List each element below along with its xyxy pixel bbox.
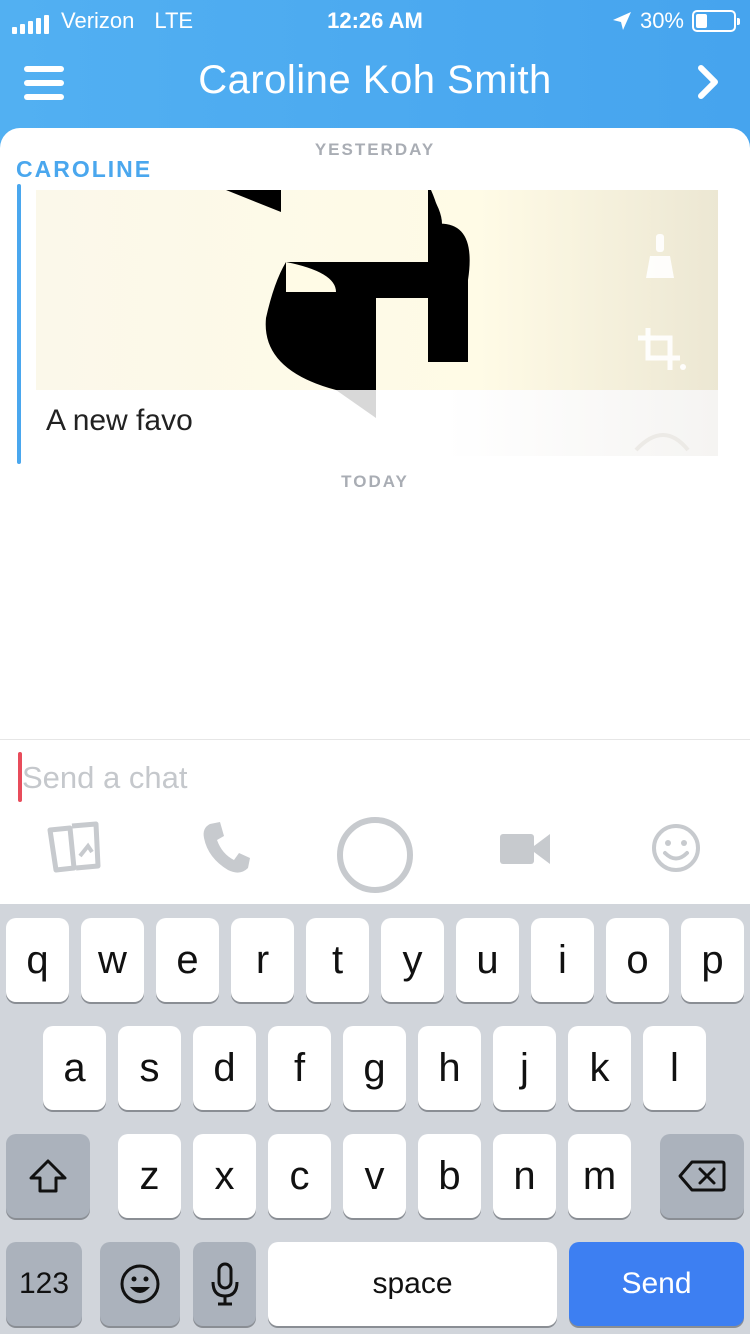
- shared-photo[interactable]: [36, 190, 718, 390]
- key-m[interactable]: m: [568, 1134, 631, 1218]
- key-o[interactable]: o: [606, 918, 669, 1002]
- dictation-key[interactable]: [193, 1242, 256, 1326]
- numbers-key[interactable]: 123: [6, 1242, 82, 1326]
- space-key[interactable]: space: [268, 1242, 557, 1326]
- message-caption: A new favo: [46, 404, 193, 437]
- key-q[interactable]: q: [6, 918, 69, 1002]
- battery-icon: [692, 10, 740, 32]
- chat-area: YESTERDAY CAROLINE A new favo TODAY: [0, 128, 750, 740]
- key-x[interactable]: x: [193, 1134, 256, 1218]
- keyboard: q w e r t y u i o p a s d f g h j k l z …: [0, 904, 750, 1334]
- battery-percent: 30%: [639, 8, 684, 33]
- key-r[interactable]: r: [231, 918, 294, 1002]
- key-t[interactable]: t: [306, 918, 369, 1002]
- paintbrush-icon: [646, 234, 674, 278]
- key-e[interactable]: e: [156, 918, 219, 1002]
- status-right: 30%: [612, 8, 740, 34]
- composer: [0, 740, 750, 812]
- send-key[interactable]: Send: [569, 1242, 744, 1326]
- key-z[interactable]: z: [118, 1134, 181, 1218]
- sender-name: CAROLINE: [16, 156, 153, 182]
- backspace-key[interactable]: [660, 1134, 744, 1218]
- key-f[interactable]: f: [268, 1026, 331, 1110]
- key-d[interactable]: d: [193, 1026, 256, 1110]
- key-u[interactable]: u: [456, 918, 519, 1002]
- emoji-keyboard-key[interactable]: [100, 1242, 180, 1326]
- chat-input[interactable]: [22, 756, 722, 800]
- location-arrow-icon: [612, 12, 631, 30]
- photo-artwork: [226, 190, 470, 390]
- key-j[interactable]: j: [493, 1026, 556, 1110]
- key-a[interactable]: a: [43, 1026, 106, 1110]
- shift-arrow-icon: [29, 1159, 67, 1193]
- key-i[interactable]: i: [531, 918, 594, 1002]
- chat-actions: [0, 812, 750, 904]
- emoji-icon[interactable]: [650, 822, 702, 874]
- microphone-icon: [211, 1262, 238, 1306]
- key-y[interactable]: y: [381, 918, 444, 1002]
- chevron-right-icon[interactable]: [696, 64, 722, 100]
- key-v[interactable]: v: [343, 1134, 406, 1218]
- backspace-icon: [678, 1160, 726, 1192]
- key-l[interactable]: l: [643, 1026, 706, 1110]
- date-label-today: TODAY: [341, 472, 409, 491]
- key-g[interactable]: g: [343, 1026, 406, 1110]
- conversation-title: Caroline Koh Smith: [198, 58, 552, 102]
- status-bar: Verizon LTE 12:26 AM 30%: [0, 0, 750, 42]
- key-c[interactable]: c: [268, 1134, 331, 1218]
- shift-key[interactable]: [6, 1134, 90, 1218]
- smiley-icon: [120, 1264, 160, 1304]
- capture-button[interactable]: [336, 816, 414, 894]
- key-p[interactable]: p: [681, 918, 744, 1002]
- memories-icon[interactable]: [44, 820, 106, 876]
- video-icon[interactable]: [498, 830, 552, 868]
- phone-icon[interactable]: [200, 820, 252, 876]
- key-s[interactable]: s: [118, 1026, 181, 1110]
- message-indicator-bar: [17, 184, 21, 464]
- key-w[interactable]: w: [81, 918, 144, 1002]
- crop-icon: [638, 328, 686, 370]
- key-b[interactable]: b: [418, 1134, 481, 1218]
- key-n[interactable]: n: [493, 1134, 556, 1218]
- key-k[interactable]: k: [568, 1026, 631, 1110]
- key-h[interactable]: h: [418, 1026, 481, 1110]
